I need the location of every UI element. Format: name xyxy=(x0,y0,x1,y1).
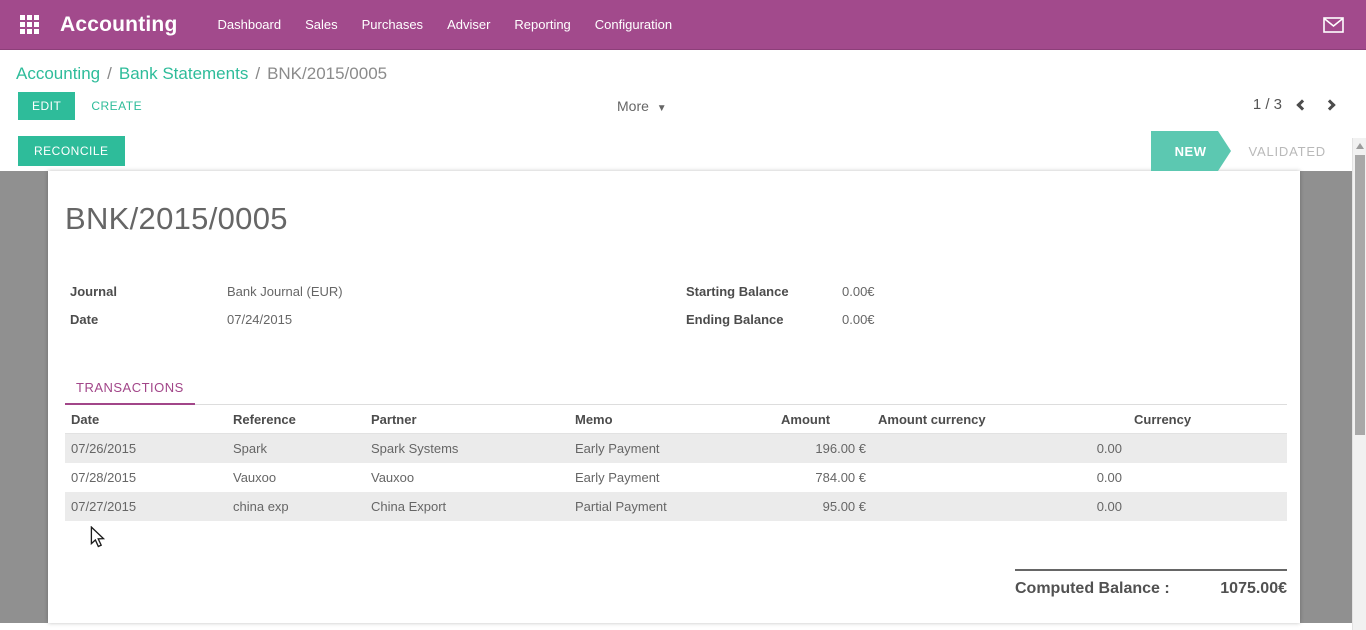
breadcrumb-accounting[interactable]: Accounting xyxy=(16,64,100,83)
content-area: BNK/2015/0005 Journal Bank Journal (EUR)… xyxy=(0,171,1366,623)
top-navbar: Accounting Dashboard Sales Purchases Adv… xyxy=(0,0,1366,50)
breadcrumb: Accounting / Bank Statements / BNK/2015/0005 xyxy=(16,64,387,83)
app-title: Accounting xyxy=(60,13,178,37)
form-sheet: BNK/2015/0005 Journal Bank Journal (EUR)… xyxy=(48,171,1300,623)
cell-reference[interactable]: Vauxoo xyxy=(227,463,365,492)
more-dropdown[interactable]: More ▼ xyxy=(617,98,667,114)
record-pager: 1 / 3 xyxy=(1253,96,1334,113)
scrollbar-thumb[interactable] xyxy=(1355,155,1365,435)
breadcrumb-separator: / xyxy=(107,64,112,83)
pager-next-icon[interactable] xyxy=(1324,99,1335,110)
cell-currency[interactable] xyxy=(1128,463,1287,492)
breadcrumb-bank-statements[interactable]: Bank Statements xyxy=(119,64,248,83)
chevron-down-icon: ▼ xyxy=(657,103,667,114)
starting-balance-label: Starting Balance xyxy=(676,284,842,299)
table-header-row: Date Reference Partner Memo Amount Amoun… xyxy=(65,405,1287,434)
date-value: 07/24/2015 xyxy=(227,312,292,327)
cell-currency[interactable] xyxy=(1128,492,1287,521)
pager-previous-icon[interactable] xyxy=(1296,99,1307,110)
menu-purchases[interactable]: Purchases xyxy=(350,0,435,49)
scrollbar-up-arrow-icon[interactable] xyxy=(1356,143,1364,149)
reconcile-button[interactable]: RECONCILE xyxy=(18,136,125,166)
col-header-amount-currency[interactable]: Amount currency xyxy=(872,405,1128,434)
col-header-memo[interactable]: Memo xyxy=(569,405,775,434)
tab-transactions[interactable]: TRANSACTIONS xyxy=(65,380,195,405)
date-label: Date xyxy=(65,312,227,327)
cell-memo[interactable]: Early Payment xyxy=(569,463,775,492)
pager-count: 1 / 3 xyxy=(1253,96,1282,113)
ending-balance-value: 0.00€ xyxy=(842,312,875,327)
menu-reporting[interactable]: Reporting xyxy=(502,0,582,49)
cell-amount[interactable]: 95.00 € xyxy=(775,492,872,521)
cell-memo[interactable]: Partial Payment xyxy=(569,492,775,521)
col-header-currency[interactable]: Currency xyxy=(1128,405,1287,434)
computed-balance-label: Computed Balance : xyxy=(1015,580,1170,598)
create-button[interactable]: CREATE xyxy=(77,92,156,120)
control-panel: EDIT CREATE More ▼ 1 / 3 xyxy=(0,90,1366,131)
col-header-amount[interactable]: Amount xyxy=(775,405,872,434)
status-step-new[interactable]: NEW xyxy=(1151,131,1219,171)
cell-partner[interactable]: Spark Systems xyxy=(365,434,569,464)
breadcrumb-separator: / xyxy=(255,64,260,83)
starting-balance-value: 0.00€ xyxy=(842,284,875,299)
col-header-date[interactable]: Date xyxy=(65,405,227,434)
cell-amount-currency[interactable]: 0.00 xyxy=(872,434,1128,464)
transactions-table: Date Reference Partner Memo Amount Amoun… xyxy=(65,405,1287,521)
status-steps: NEW VALIDATED xyxy=(1151,131,1340,171)
vertical-scrollbar[interactable] xyxy=(1352,138,1366,630)
computed-balance-block: Computed Balance : 1075.00€ xyxy=(1015,569,1287,598)
field-groups: Journal Bank Journal (EUR) Date 07/24/20… xyxy=(65,277,1287,333)
apps-grid-icon[interactable] xyxy=(20,15,42,35)
menu-dashboard[interactable]: Dashboard xyxy=(206,0,294,49)
table-row[interactable]: 07/26/2015 Spark Spark Systems Early Pay… xyxy=(65,434,1287,464)
cell-amount-currency[interactable]: 0.00 xyxy=(872,463,1128,492)
cell-amount[interactable]: 784.00 € xyxy=(775,463,872,492)
cell-amount-currency[interactable]: 0.00 xyxy=(872,492,1128,521)
breadcrumb-row: Accounting / Bank Statements / BNK/2015/0005 xyxy=(0,50,1366,90)
notebook: TRANSACTIONS Date Reference Partner Memo… xyxy=(65,379,1287,521)
cell-reference[interactable]: Spark xyxy=(227,434,365,464)
computed-balance-value: 1075.00€ xyxy=(1220,580,1287,598)
more-label: More xyxy=(617,98,649,114)
ending-balance-label: Ending Balance xyxy=(676,312,842,327)
messages-envelope-icon[interactable] xyxy=(1323,17,1344,33)
menu-sales[interactable]: Sales xyxy=(293,0,350,49)
menu-adviser[interactable]: Adviser xyxy=(435,0,502,49)
statusbar: RECONCILE NEW VALIDATED xyxy=(0,131,1366,171)
cell-date[interactable]: 07/28/2015 xyxy=(65,463,227,492)
cell-date[interactable]: 07/27/2015 xyxy=(65,492,227,521)
col-header-partner[interactable]: Partner xyxy=(365,405,569,434)
tab-strip: TRANSACTIONS xyxy=(65,379,1287,405)
table-row[interactable]: 07/27/2015 china exp China Export Partia… xyxy=(65,492,1287,521)
cell-memo[interactable]: Early Payment xyxy=(569,434,775,464)
cell-currency[interactable] xyxy=(1128,434,1287,464)
breadcrumb-current: BNK/2015/0005 xyxy=(267,64,387,83)
journal-label: Journal xyxy=(65,284,227,299)
cell-partner[interactable]: China Export xyxy=(365,492,569,521)
col-header-reference[interactable]: Reference xyxy=(227,405,365,434)
record-title: BNK/2015/0005 xyxy=(65,197,1287,241)
status-step-validated[interactable]: VALIDATED xyxy=(1234,131,1340,171)
journal-value: Bank Journal (EUR) xyxy=(227,284,343,299)
cell-amount[interactable]: 196.00 € xyxy=(775,434,872,464)
cell-date[interactable]: 07/26/2015 xyxy=(65,434,227,464)
menu-configuration[interactable]: Configuration xyxy=(583,0,684,49)
edit-button[interactable]: EDIT xyxy=(18,92,75,120)
table-row[interactable]: 07/28/2015 Vauxoo Vauxoo Early Payment 7… xyxy=(65,463,1287,492)
cell-reference[interactable]: china exp xyxy=(227,492,365,521)
top-menu: Dashboard Sales Purchases Adviser Report… xyxy=(206,0,685,49)
cell-partner[interactable]: Vauxoo xyxy=(365,463,569,492)
